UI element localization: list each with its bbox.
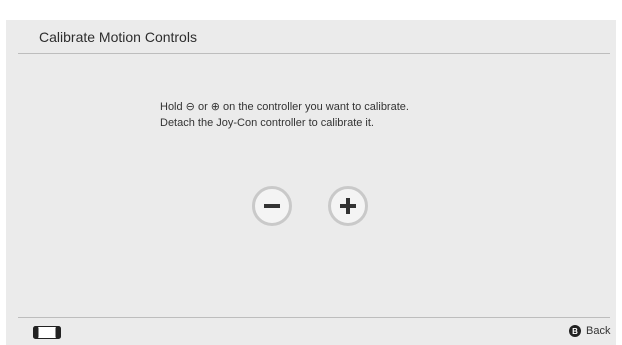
- plus-button[interactable]: [328, 186, 368, 226]
- back-button[interactable]: B Back: [569, 325, 610, 337]
- footer-divider: [18, 317, 610, 318]
- instruction-line-2: Detach the Joy-Con controller to calibra…: [160, 117, 374, 129]
- cropped-top-label: [0, 0, 622, 20]
- page-title: Calibrate Motion Controls: [39, 29, 197, 45]
- minus-button[interactable]: [252, 186, 292, 226]
- back-label: Back: [586, 325, 611, 337]
- header: Calibrate Motion Controls: [6, 20, 616, 53]
- minus-icon: [264, 204, 280, 208]
- instructions: Hold ⊖ or ⊕ on the controller you want t…: [160, 99, 409, 131]
- header-divider: [18, 53, 610, 54]
- plus-icon: [340, 198, 356, 214]
- b-button-icon: B: [569, 325, 581, 337]
- handheld-console-icon: [33, 326, 61, 339]
- calibration-screen: Calibrate Motion Controls Hold ⊖ or ⊕ on…: [6, 20, 616, 345]
- instruction-line-1: Hold ⊖ or ⊕ on the controller you want t…: [160, 101, 409, 113]
